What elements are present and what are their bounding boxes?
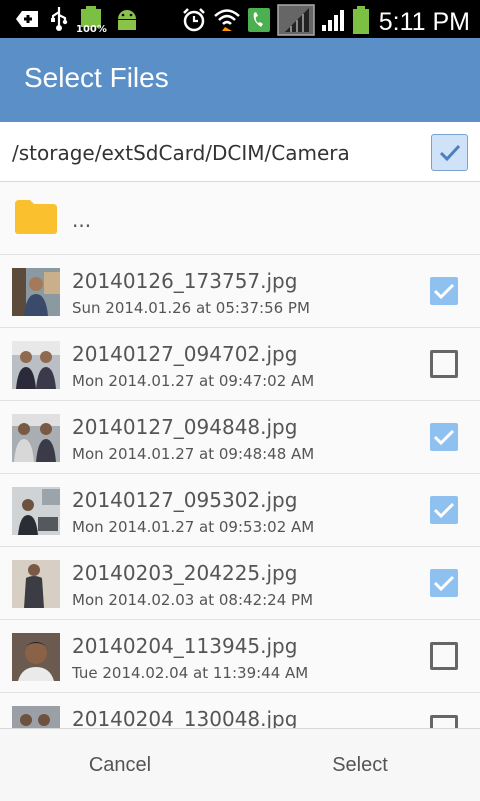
photo-thumbnail [12,706,60,728]
file-checkbox[interactable] [430,277,458,305]
page-title: Select Files [24,62,169,93]
photo-thumbnail [12,633,60,681]
status-bar: 100% 5:11 PM [0,0,480,38]
file-checkbox[interactable] [430,496,458,524]
photo-thumbnail [12,268,60,316]
signal-box-icon [277,4,315,40]
file-row[interactable]: 20140203_204225.jpg Mon 2014.02.03 at 08… [0,547,480,620]
check-icon [433,502,455,519]
clock: 5:11 PM [378,7,470,36]
android-icon [114,6,140,36]
file-checkbox[interactable] [430,423,458,451]
photo-thumbnail [12,560,60,608]
file-list: ... 20140126_173757.jpg Sun 2014.01.26 a… [0,182,480,728]
phone-call-icon [247,7,271,37]
cancel-button[interactable]: Cancel [0,729,240,801]
file-name: 20140204_130048.jpg [72,707,298,728]
folder-icon [15,200,57,238]
battery-full-icon: 100% [76,6,107,36]
file-date: Mon 2014.02.03 at 08:42:24 PM [72,591,314,609]
file-date: Mon 2014.01.27 at 09:48:48 AM [72,445,315,463]
file-checkbox[interactable] [430,569,458,597]
select-all-checkbox[interactable] [431,134,468,171]
photo-thumbnail [12,487,60,535]
check-icon [433,575,455,592]
file-name: 20140204_113945.jpg [72,634,298,658]
file-name: 20140127_094848.jpg [72,415,298,439]
parent-folder-item[interactable]: ... [0,182,480,255]
wifi-icon [213,7,241,37]
file-name: 20140126_173757.jpg [72,269,298,293]
bottom-bar: Cancel Select [0,728,480,801]
file-checkbox[interactable] [430,642,458,670]
file-name: 20140203_204225.jpg [72,561,298,585]
check-icon [433,283,455,300]
app-bar: Select Files [0,38,480,122]
check-icon [439,144,460,161]
file-checkbox[interactable] [430,715,458,728]
current-path: /storage/extSdCard/DCIM/Camera [12,141,350,165]
signal-icon [321,8,347,36]
check-icon [433,429,455,446]
photo-thumbnail [12,414,60,462]
file-row[interactable]: 20140127_094848.jpg Mon 2014.01.27 at 09… [0,401,480,474]
file-date: Mon 2014.01.27 at 09:47:02 AM [72,372,315,390]
file-row[interactable]: 20140204_130048.jpg [0,693,480,728]
usb-plus-icon [14,8,40,34]
photo-thumbnail [12,341,60,389]
file-row[interactable]: 20140204_113945.jpg Tue 2014.02.04 at 11… [0,620,480,693]
file-date: Mon 2014.01.27 at 09:53:02 AM [72,518,315,536]
file-row[interactable]: 20140127_095302.jpg Mon 2014.01.27 at 09… [0,474,480,547]
parent-folder-label: ... [72,208,92,232]
path-bar: /storage/extSdCard/DCIM/Camera [0,122,480,182]
file-name: 20140127_094702.jpg [72,342,298,366]
file-name: 20140127_095302.jpg [72,488,298,512]
usb-icon [50,6,68,36]
file-date: Sun 2014.01.26 at 05:37:56 PM [72,299,310,317]
select-button[interactable]: Select [240,729,480,801]
file-row[interactable]: 20140126_173757.jpg Sun 2014.01.26 at 05… [0,255,480,328]
battery-icon [352,6,369,38]
file-date: Tue 2014.02.04 at 11:39:44 AM [72,664,309,682]
file-row[interactable]: 20140127_094702.jpg Mon 2014.01.27 at 09… [0,328,480,401]
alarm-icon [181,7,207,37]
file-checkbox[interactable] [430,350,458,378]
battery-percent: 100% [76,24,107,35]
